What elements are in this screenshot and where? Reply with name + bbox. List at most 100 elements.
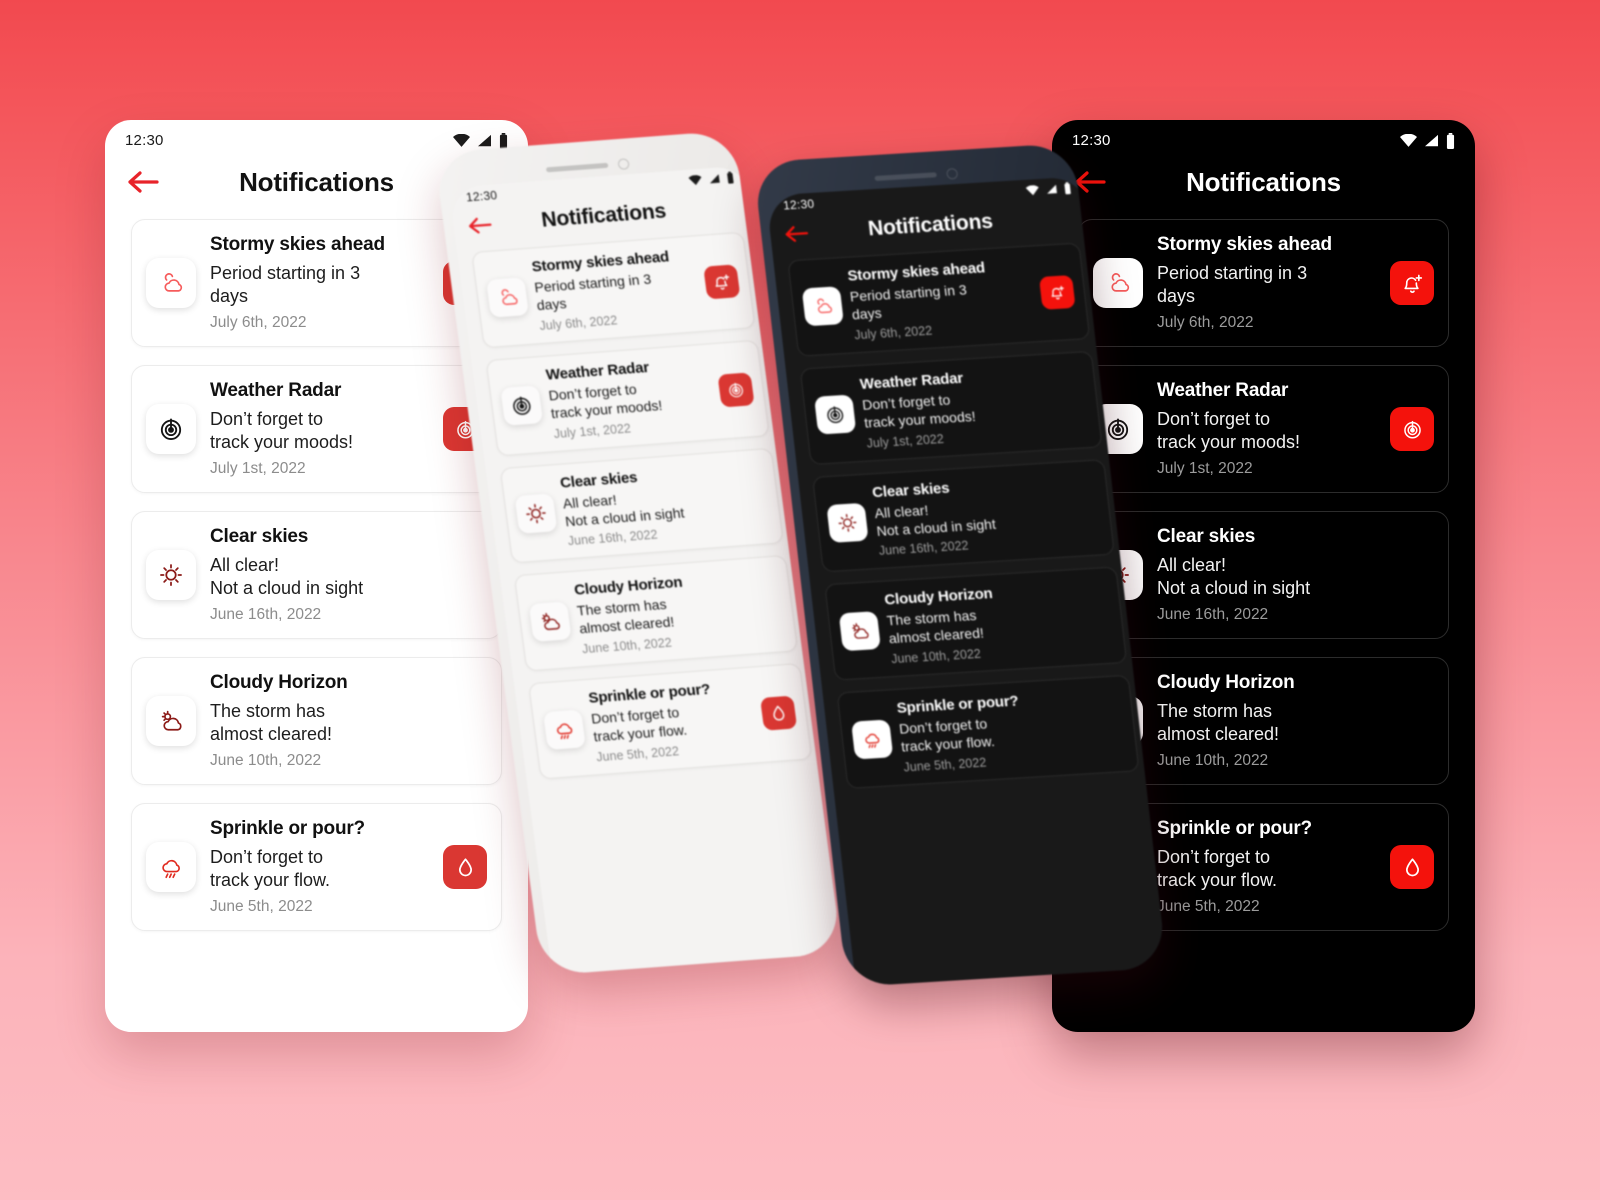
sun-behind-cloud-icon — [146, 696, 196, 747]
notification-subtitle: Don’t forget to track your moods! — [861, 391, 977, 431]
notification-title: Cloudy Horizon — [210, 672, 348, 694]
water-drop-icon[interactable] — [759, 695, 798, 731]
notification-card[interactable]: Clear skies All clear! Not a cloud in si… — [499, 447, 785, 564]
notification-card[interactable]: Stormy skies ahead Period starting in 3 … — [1078, 219, 1449, 348]
status-bar: 12:30 — [1052, 120, 1475, 153]
notification-text: Stormy skies ahead Period starting in 3 … — [210, 234, 443, 332]
rain-cloud-icon — [146, 842, 196, 893]
sun-icon — [146, 550, 196, 601]
front-camera-icon — [616, 157, 630, 170]
notification-subtitle: The storm has almost cleared! — [885, 607, 985, 647]
notification-card[interactable]: Weather Radar Don’t forget to track your… — [799, 350, 1103, 465]
notification-title: Sprinkle or pour? — [210, 818, 365, 840]
arrow-left-icon[interactable] — [783, 224, 809, 243]
bell-plus-icon[interactable] — [703, 264, 741, 300]
page-title: Notifications — [1186, 166, 1341, 197]
bell-plus-icon[interactable] — [1038, 274, 1076, 310]
battery-icon — [499, 132, 508, 149]
radar-icon — [500, 385, 544, 427]
notification-text: Stormy skies ahead Period starting in 3 … — [847, 256, 1045, 342]
notification-card[interactable]: Sprinkle or pour? Don’t forget to track … — [528, 663, 813, 780]
status-icons — [1400, 132, 1455, 149]
cellular-signal-icon — [708, 173, 720, 184]
notification-date: July 6th, 2022 — [1157, 314, 1254, 332]
clouds-icon — [486, 277, 530, 319]
arrow-left-icon[interactable] — [467, 216, 493, 236]
clouds-icon — [1093, 258, 1143, 309]
notification-text: Cloudy Horizon The storm has almost clea… — [1157, 672, 1390, 770]
notification-card[interactable]: Sprinkle or pour? Don’t forget to track … — [131, 803, 502, 932]
notification-subtitle: Period starting in 3 days — [210, 263, 361, 307]
water-drop-icon[interactable] — [1390, 845, 1434, 890]
notification-subtitle: Don’t forget to track your flow. — [898, 715, 996, 755]
notification-card[interactable]: Cloudy Horizon The storm has almost clea… — [131, 657, 502, 786]
notification-card[interactable]: Clear skies All clear! Not a cloud in si… — [131, 511, 502, 640]
notification-date: July 1st, 2022 — [210, 460, 306, 478]
bell-plus-icon[interactable] — [1390, 261, 1434, 306]
sun-behind-cloud-icon — [838, 610, 881, 652]
notification-card[interactable]: Clear skies All clear! Not a cloud in si… — [812, 458, 1115, 573]
notification-title: Stormy skies ahead — [210, 234, 385, 255]
notification-title: Weather Radar — [210, 380, 342, 402]
notification-text: Sprinkle or pour? Don’t forget to track … — [1157, 818, 1390, 916]
notification-card[interactable]: Stormy skies ahead Period starting in 3 … — [471, 231, 756, 349]
status-bar: 12:30 — [105, 120, 528, 153]
notification-text: Weather Radar Don’t forget to track your… — [210, 380, 443, 478]
notification-subtitle: Don’t forget to track your moods! — [1157, 409, 1301, 453]
notification-title: Weather Radar — [1157, 380, 1289, 402]
notification-title: Stormy skies ahead — [1157, 234, 1332, 255]
notification-card[interactable]: Clear skies All clear! Not a cloud in si… — [1078, 511, 1449, 640]
notification-subtitle: The storm has almost cleared! — [1157, 701, 1280, 745]
cellular-signal-icon — [477, 134, 492, 147]
notification-text: Stormy skies ahead Period starting in 3 … — [1157, 234, 1390, 332]
wifi-icon — [688, 175, 702, 186]
mockup-stage: 12:30 Notifications Stormy skies ahead P… — [0, 0, 1600, 1200]
notification-card[interactable]: Stormy skies ahead Period starting in 3 … — [787, 242, 1091, 357]
notification-text: Clear skies All clear! Not a cloud in si… — [871, 472, 1069, 558]
radar-icon — [146, 404, 196, 455]
notification-date: June 5th, 2022 — [210, 898, 313, 916]
notification-card[interactable]: Sprinkle or pour? Don’t forget to track … — [836, 675, 1140, 790]
rain-cloud-icon — [542, 709, 586, 750]
notification-text: Clear skies All clear! Not a cloud in si… — [1157, 526, 1390, 624]
rain-cloud-icon — [851, 719, 894, 760]
notification-text: Cloudy Horizon The storm has almost clea… — [573, 570, 753, 656]
notification-subtitle: The storm has almost cleared! — [210, 701, 333, 745]
radar-icon[interactable] — [1390, 407, 1434, 452]
radar-icon[interactable] — [717, 372, 755, 408]
wifi-icon — [1400, 134, 1417, 147]
notification-date: June 10th, 2022 — [1157, 752, 1269, 770]
clouds-icon — [801, 286, 845, 327]
notification-card[interactable]: Weather Radar Don’t forget to track your… — [131, 365, 502, 494]
notification-card[interactable]: Cloudy Horizon The storm has almost clea… — [824, 566, 1128, 681]
cellular-signal-icon — [1424, 134, 1439, 147]
arrow-left-icon[interactable] — [127, 170, 159, 194]
clouds-icon — [146, 258, 196, 309]
notification-date: July 6th, 2022 — [210, 314, 307, 332]
front-camera-icon — [945, 167, 958, 180]
notification-card[interactable]: Weather Radar Don’t forget to track your… — [1078, 365, 1449, 494]
notification-subtitle: All clear! Not a cloud in sight — [1157, 555, 1311, 599]
app-bar: Notifications — [1052, 153, 1475, 211]
notification-subtitle: Period starting in 3 days — [849, 281, 968, 323]
notification-text: Clear skies All clear! Not a cloud in si… — [210, 526, 443, 624]
notification-subtitle: Don’t forget to track your moods! — [210, 409, 354, 453]
wifi-icon — [1025, 185, 1039, 196]
notification-subtitle: Don’t forget to track your flow. — [1157, 847, 1278, 891]
notification-subtitle: All clear! Not a cloud in sight — [873, 501, 997, 539]
speaker-grille-icon — [545, 162, 608, 172]
notification-date: June 16th, 2022 — [1157, 606, 1269, 624]
notification-text: Cloudy Horizon The storm has almost clea… — [884, 581, 1082, 667]
notification-card[interactable]: Cloudy Horizon The storm has almost clea… — [513, 555, 799, 672]
notification-text: Stormy skies ahead Period starting in 3 … — [531, 246, 711, 332]
notification-subtitle: All clear! Not a cloud in sight — [210, 555, 364, 599]
notification-subtitle: Don’t forget to track your flow. — [210, 847, 331, 891]
notification-title: Sprinkle or pour? — [1157, 818, 1312, 840]
notification-card[interactable]: Weather Radar Don’t forget to track your… — [485, 339, 770, 457]
notification-text: Clear skies All clear! Not a cloud in si… — [559, 462, 739, 549]
battery-icon — [1446, 132, 1455, 149]
water-drop-icon[interactable] — [443, 845, 487, 890]
radar-icon — [814, 394, 857, 435]
sun-behind-cloud-icon — [528, 601, 572, 642]
battery-icon — [1063, 182, 1071, 195]
